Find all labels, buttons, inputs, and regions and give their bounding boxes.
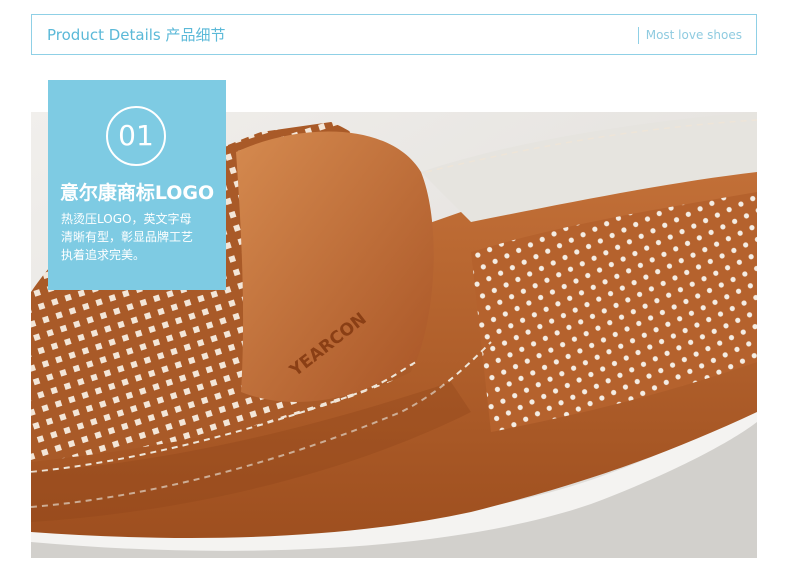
feature-description-line: 清晰有型，彰显品牌工艺 (61, 230, 194, 244)
feature-title: 意尔康商标LOGO (59, 182, 215, 204)
feature-description-line: 执着追求完美。 (61, 248, 146, 262)
header-divider (638, 27, 639, 44)
feature-description: 热烫压LOGO，英文字母 清晰有型，彰显品牌工艺 执着追求完美。 (61, 210, 221, 264)
section-header: Product Details 产品细节 Most love shoes (31, 14, 757, 55)
section-tagline: Most love shoes (645, 28, 742, 42)
feature-badge: 01 意尔康商标LOGO 热烫压LOGO，英文字母 清晰有型，彰显品牌工艺 执着… (48, 80, 226, 290)
feature-number: 01 (106, 106, 166, 166)
section-title: Product Details 产品细节 (47, 26, 226, 44)
feature-description-line: 热烫压LOGO，英文字母 (61, 212, 192, 226)
